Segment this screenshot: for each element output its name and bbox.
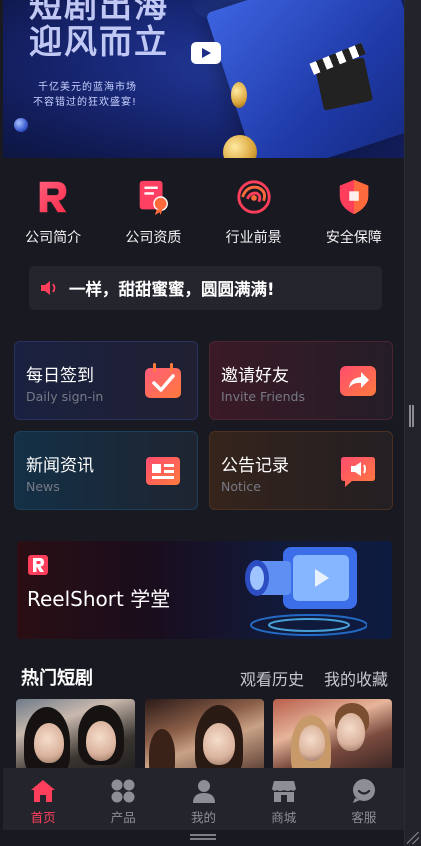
card-title: 公告记录	[221, 456, 289, 476]
tab-products[interactable]: 产品	[83, 768, 163, 830]
invite-friends-card[interactable]: 邀请好友 Invite Friends	[209, 341, 393, 420]
feature-industry-outlook[interactable]: 行业前景	[204, 170, 304, 250]
certificate-icon	[140, 180, 169, 216]
news-card[interactable]: 新闻资讯 News	[14, 431, 198, 510]
tab-label: 首页	[30, 810, 56, 825]
tab-label: 产品	[110, 810, 136, 825]
tab-home[interactable]: 首页	[3, 768, 83, 830]
bottom-tab-bar: 首页 产品 我的 商城 客服	[3, 768, 404, 830]
tab-label: 客服	[351, 810, 377, 825]
card-subtitle: Notice	[221, 479, 261, 494]
banner-subtitle: 千亿美元的蓝海市场 不容错过的狂欢盛宴!	[33, 82, 138, 108]
feature-label: 安全保障	[325, 230, 382, 246]
feature-label: 公司简介	[25, 230, 82, 246]
card-title: 新闻资讯	[26, 456, 94, 476]
notice-marquee[interactable]: 一样，甜甜蜜蜜，圆圆满满!	[29, 266, 382, 310]
swirl-icon	[237, 180, 271, 214]
coin-decoration	[231, 82, 247, 108]
tab-label: 商城	[271, 810, 297, 825]
academy-title: ReelShort 学堂	[27, 587, 171, 611]
feature-label: 公司资质	[125, 230, 182, 246]
news-icon	[146, 457, 180, 485]
home-indicator[interactable]	[190, 834, 216, 840]
share-icon	[340, 366, 376, 396]
video-camera-icon	[245, 547, 367, 636]
calendar-check-icon	[145, 363, 181, 398]
feature-security[interactable]: 安全保障	[304, 170, 404, 250]
banner-box-decoration	[205, 0, 404, 158]
drama-thumbnail[interactable]	[145, 699, 264, 779]
feature-company-intro[interactable]: 公司简介	[3, 170, 103, 250]
card-subtitle: Daily sign-in	[26, 389, 104, 404]
app: 短剧出海 迎风而立 千亿美元的蓝海市场 不容错过的狂欢盛宴! 公司简介 公司资质…	[0, 0, 404, 846]
company-logo-icon	[39, 181, 67, 213]
chat-icon	[352, 779, 375, 803]
card-subtitle: Invite Friends	[221, 389, 305, 404]
feature-company-qualification[interactable]: 公司资质	[103, 170, 203, 250]
reelshort-academy-banner[interactable]: ReelShort 学堂	[17, 541, 392, 639]
notice-record-card[interactable]: 公告记录 Notice	[209, 431, 393, 510]
card-title: 邀请好友	[221, 366, 289, 386]
video-play-icon[interactable]	[191, 42, 221, 64]
speaker-icon	[41, 281, 56, 295]
my-favorites-link[interactable]: 我的收藏	[324, 666, 388, 690]
feature-row: 公司简介 公司资质 行业前景 安全保障	[3, 170, 404, 250]
shield-icon	[339, 179, 369, 215]
resize-handle[interactable]	[407, 832, 419, 844]
card-subtitle: News	[26, 479, 60, 494]
promo-banner[interactable]: 短剧出海 迎风而立 千亿美元的蓝海市场 不容错过的狂欢盛宴!	[3, 0, 404, 158]
reelshort-logo-icon	[28, 555, 48, 575]
user-icon	[192, 780, 215, 803]
home-icon	[31, 780, 56, 802]
daily-signin-card[interactable]: 每日签到 Daily sign-in	[14, 341, 198, 420]
drama-thumbnail[interactable]	[273, 699, 392, 779]
tab-support[interactable]: 客服	[324, 768, 404, 830]
tab-label: 我的	[191, 810, 217, 825]
scrollbar-grip[interactable]	[409, 405, 414, 427]
hot-dramas-title: 热门短剧	[21, 668, 93, 689]
tab-store[interactable]: 商城	[244, 768, 324, 830]
card-title: 每日签到	[26, 366, 94, 386]
watch-history-link[interactable]: 观看历史	[240, 666, 304, 690]
feature-label: 行业前景	[225, 230, 282, 246]
banner-title: 短剧出海 迎风而立	[29, 0, 169, 61]
drama-thumbnail[interactable]	[16, 699, 135, 779]
announcement-icon	[341, 457, 375, 487]
store-icon	[271, 781, 296, 802]
notice-text: 一样，甜甜蜜蜜，圆圆满满!	[69, 280, 275, 299]
grid-icon	[111, 779, 135, 803]
coin-decoration	[14, 118, 28, 132]
tab-mine[interactable]: 我的	[163, 768, 243, 830]
